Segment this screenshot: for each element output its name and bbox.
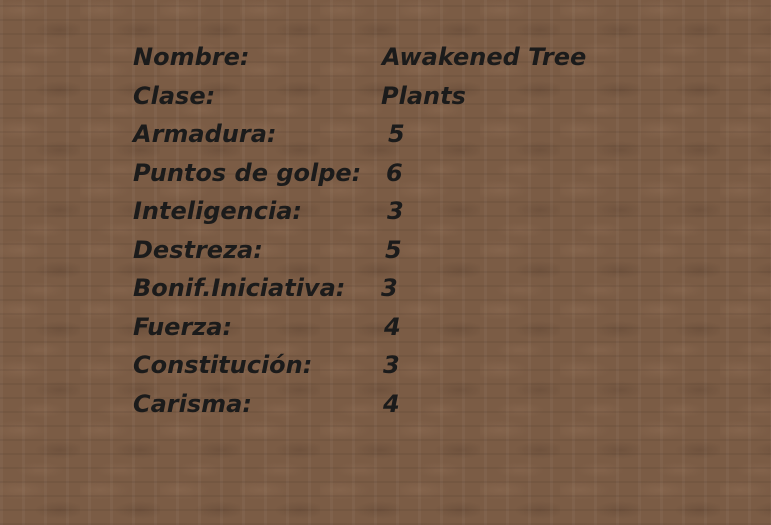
- stat-label-nombre: Nombre:: [133, 43, 250, 71]
- stat-label-bonif-iniciativa: Bonif.Iniciativa:: [133, 274, 346, 302]
- stat-value-puntos-de-golpe: 6: [386, 158, 403, 187]
- stat-label-constitucion: Constitución:: [133, 351, 313, 379]
- stat-value-nombre: Awakened Tree: [382, 43, 587, 71]
- stat-label-destreza: Destreza:: [133, 235, 263, 264]
- stat-value-fuerza: 4: [384, 312, 401, 341]
- stat-label-clase: Clase:: [133, 81, 216, 110]
- stat-value-bonif-iniciativa: 3: [381, 274, 398, 302]
- stat-label-carisma: Carisma:: [133, 389, 252, 418]
- stat-value-constitucion: 3: [383, 351, 400, 379]
- stat-value-armadura: 5: [388, 120, 405, 148]
- stat-value-destreza: 5: [385, 235, 402, 264]
- stat-value-clase: Plants: [381, 81, 466, 110]
- stat-label-inteligencia: Inteligencia:: [133, 197, 303, 225]
- stat-label-fuerza: Fuerza:: [133, 312, 233, 341]
- stat-value-inteligencia: 3: [387, 197, 404, 225]
- stat-label-puntos-de-golpe: Puntos de golpe:: [133, 158, 362, 187]
- stat-value-carisma: 4: [383, 389, 400, 418]
- stat-label-armadura: Armadura:: [133, 120, 277, 148]
